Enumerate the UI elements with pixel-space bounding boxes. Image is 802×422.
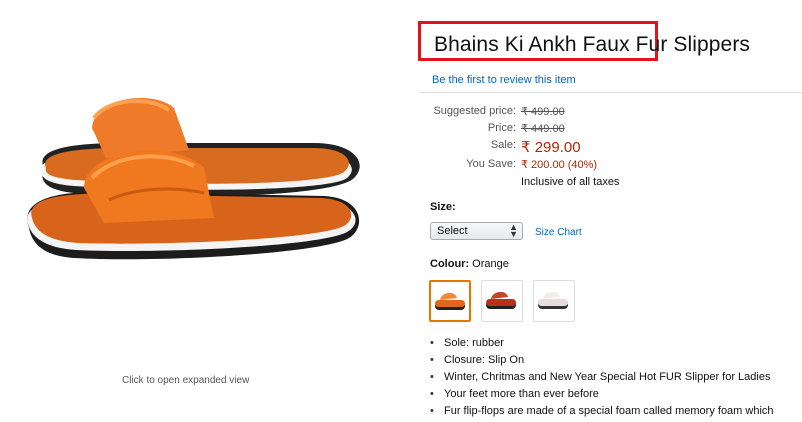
you-save-label: You Save:: [466, 158, 516, 170]
divider: [420, 92, 802, 93]
feature-item: Winter, Chritmas and New Year Special Ho…: [430, 371, 774, 388]
suggested-price-label: Suggested price:: [433, 105, 516, 117]
colour-value: Orange: [472, 258, 509, 270]
you-save-value: ₹ 200.00 (40%): [521, 159, 598, 171]
feature-item: Your feet more than ever before: [430, 388, 774, 405]
size-select[interactable]: Select ▲ ▼: [430, 222, 523, 240]
sale-price-row: Sale: ₹ 299.00: [418, 139, 802, 156]
feature-item: Closure: Slip On: [430, 354, 774, 371]
product-details: Bhains Ki Ankh Faux Fur Slippers Be the …: [418, 0, 802, 420]
product-image[interactable]: [14, 88, 369, 278]
colour-label: Colour:: [430, 258, 470, 270]
suggested-price-value: ₹ 499.00: [521, 106, 565, 118]
price-label: Price:: [487, 122, 516, 134]
swatch-red[interactable]: [481, 280, 523, 322]
price-value: ₹ 449.00: [521, 123, 565, 135]
tax-note: Inclusive of all taxes: [521, 176, 620, 188]
price-row: Price: ₹ 449.00: [418, 122, 802, 138]
swatch-orange[interactable]: [429, 280, 471, 322]
expand-view-hint: Click to open expanded view: [122, 375, 250, 386]
size-select-value: Select: [437, 225, 468, 237]
product-title: Bhains Ki Ankh Faux Fur Slippers: [434, 33, 751, 56]
swatch-white[interactable]: [533, 280, 575, 322]
size-label: Size:: [430, 201, 456, 213]
feature-list: Sole: rubber Closure: Slip On Winter, Ch…: [430, 337, 774, 422]
swatch-red-image: [486, 291, 516, 309]
sale-label: Sale:: [490, 139, 516, 151]
size-chart-link[interactable]: Size Chart: [535, 227, 582, 238]
colour-label-row: Colour: Orange: [430, 258, 509, 270]
feature-item: Fur flip-flops are made of a special foa…: [430, 405, 774, 422]
suggested-price-row: Suggested price: ₹ 499.00: [418, 105, 802, 121]
tax-note-row: Inclusive of all taxes: [418, 176, 802, 192]
you-save-row: You Save: ₹ 200.00 (40%): [418, 158, 802, 174]
select-arrows-icon: ▲ ▼: [509, 222, 518, 239]
swatch-white-image: [538, 291, 568, 309]
swatch-orange-image: [435, 292, 465, 310]
review-link[interactable]: Be the first to review this item: [432, 74, 576, 86]
feature-item: Sole: rubber: [430, 337, 774, 354]
sale-price-value: ₹ 299.00: [521, 139, 581, 156]
image-gallery: Click to open expanded view: [0, 0, 410, 420]
